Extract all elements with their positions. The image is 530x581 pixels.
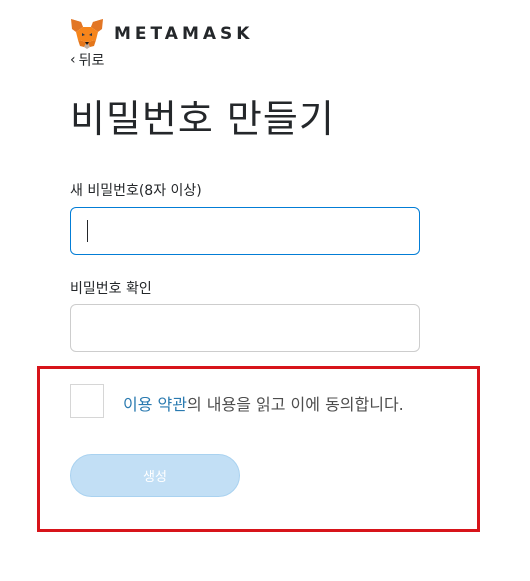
back-link[interactable]: ‹ 뒤로 bbox=[70, 50, 104, 70]
text-caret bbox=[87, 220, 88, 242]
page-title: 비밀번호 만들기 bbox=[70, 97, 335, 141]
terms-checkbox[interactable] bbox=[70, 384, 104, 418]
metamask-fox-icon bbox=[71, 19, 103, 49]
new-password-input[interactable] bbox=[70, 207, 420, 255]
chevron-left-icon: ‹ bbox=[70, 52, 76, 68]
confirm-password-label: 비밀번호 확인 bbox=[70, 281, 152, 297]
create-button[interactable]: 생성 bbox=[70, 454, 240, 497]
back-label: 뒤로 bbox=[78, 53, 105, 69]
terms-of-use-link[interactable]: 이용 약관 bbox=[123, 395, 187, 414]
metamask-logo: METAMASK bbox=[70, 18, 253, 50]
terms-agreement-text: 이용 약관의 내용을 읽고 이에 동의합니다. bbox=[123, 391, 404, 415]
confirm-password-input[interactable] bbox=[70, 304, 420, 352]
terms-suffix: 의 내용을 읽고 이에 동의합니다. bbox=[186, 395, 404, 414]
brand-wordmark: METAMASK bbox=[114, 24, 254, 44]
new-password-label: 새 비밀번호(8자 이상) bbox=[70, 183, 202, 199]
